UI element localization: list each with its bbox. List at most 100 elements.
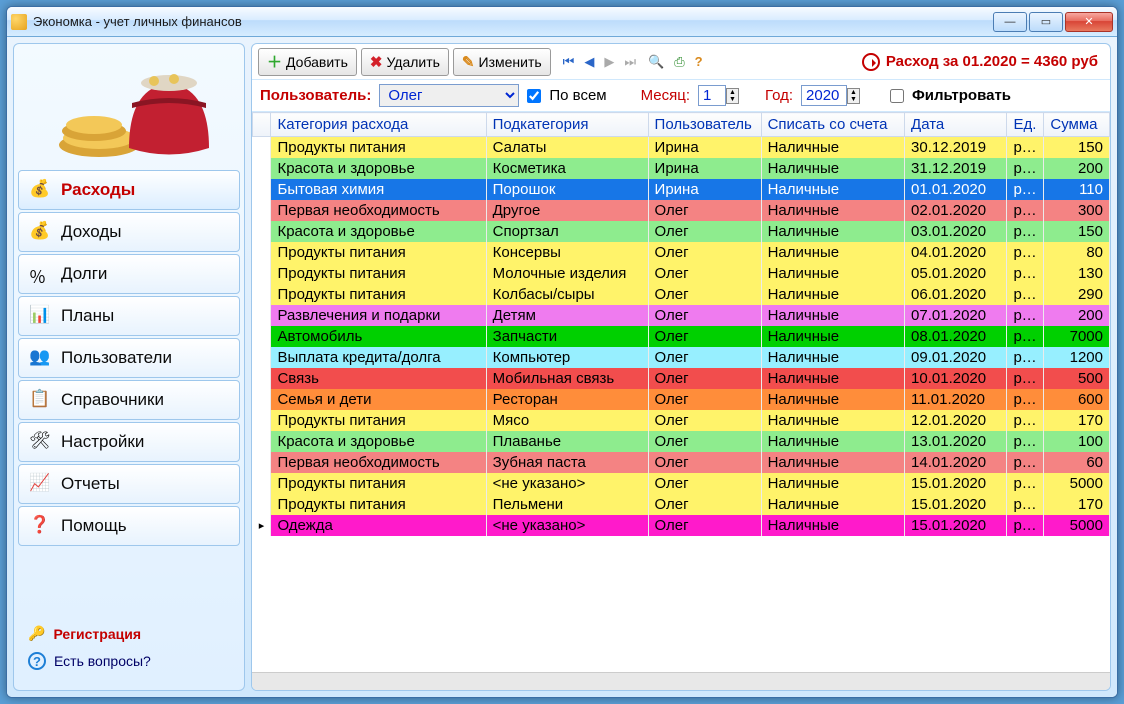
nav-label: Расходы <box>61 180 135 200</box>
year-spinner[interactable]: ▲▼ <box>847 88 860 104</box>
table-row[interactable]: Красота и здоровьеКосметикаИринаНаличные… <box>253 158 1110 179</box>
search-icon[interactable]: 🔍 <box>648 54 664 70</box>
column-header[interactable]: Сумма <box>1044 113 1110 137</box>
month-spinner[interactable]: ▲▼ <box>726 88 739 104</box>
nav-icon: 🛠 <box>29 431 51 453</box>
nav-label: Долги <box>61 264 107 284</box>
nav-icon: ％ <box>29 263 51 285</box>
nav-label: Пользователи <box>61 348 172 368</box>
column-header[interactable]: Пользователь <box>648 113 761 137</box>
sidebar-item-2[interactable]: ％ Долги <box>18 254 240 294</box>
table-row[interactable]: Продукты питанияСалатыИринаНаличные30.12… <box>253 137 1110 159</box>
questions-label: Есть вопросы? <box>54 653 151 669</box>
table-row[interactable]: Развлечения и подаркиДетямОлегНаличные07… <box>253 305 1110 326</box>
cross-icon: ✖ <box>370 53 383 71</box>
table-row[interactable]: Бытовая химияПорошокИринаНаличные01.01.2… <box>253 179 1110 200</box>
app-window: Экономка - учет личных финансов ― ▭ ✕ <box>6 6 1118 698</box>
refresh-icon[interactable] <box>862 53 880 71</box>
window-title: Экономка - учет личных финансов <box>33 14 993 29</box>
add-button[interactable]: ＋Добавить <box>258 48 357 76</box>
nav-icon: ❓ <box>29 515 51 537</box>
column-header[interactable]: Списать со счета <box>761 113 904 137</box>
table-row[interactable]: ▸Одежда<не указано>ОлегНаличные15.01.202… <box>253 515 1110 536</box>
month-input[interactable] <box>698 85 726 106</box>
year-input[interactable] <box>801 85 847 106</box>
nav-label: Помощь <box>61 516 127 536</box>
column-header[interactable]: Категория расхода <box>271 113 486 137</box>
logo-image <box>18 48 240 168</box>
minimize-button[interactable]: ― <box>993 12 1027 32</box>
filter-label: Фильтровать <box>912 87 1011 104</box>
questions-link[interactable]: ? Есть вопросы? <box>28 652 230 670</box>
table-row[interactable]: Продукты питанияКонсервыОлегНаличные04.0… <box>253 242 1110 263</box>
nav-icon: 📊 <box>29 305 51 327</box>
toolbar: ＋Добавить ✖Удалить ✎Изменить ⏮ ◀ ▶ ⏭ 🔍 ⎙… <box>252 44 1110 80</box>
table-row[interactable]: Семья и детиРесторанОлегНаличные11.01.20… <box>253 389 1110 410</box>
nav-icon: 📈 <box>29 473 51 495</box>
close-button[interactable]: ✕ <box>1065 12 1113 32</box>
table-row[interactable]: Выплата кредита/долгаКомпьютерОлегНаличн… <box>253 347 1110 368</box>
sidebar-item-7[interactable]: 📈 Отчеты <box>18 464 240 504</box>
nav-label: Отчеты <box>61 474 120 494</box>
pencil-icon: ✎ <box>462 53 475 71</box>
titlebar[interactable]: Экономка - учет личных финансов ― ▭ ✕ <box>7 7 1117 37</box>
export-icon[interactable]: ⎙ <box>674 54 684 70</box>
table-row[interactable]: Красота и здоровьеПлаваньеОлегНаличные13… <box>253 431 1110 452</box>
nav-icon: 💰 <box>29 221 51 243</box>
column-header[interactable]: Подкатегория <box>486 113 648 137</box>
nav-next-icon[interactable]: ▶ <box>604 54 614 70</box>
nav-label: Планы <box>61 306 114 326</box>
year-label: Год: <box>765 87 793 104</box>
horizontal-scrollbar[interactable] <box>252 672 1110 690</box>
app-icon <box>11 14 27 30</box>
nav-last-icon[interactable]: ⏭ <box>624 54 636 70</box>
nav-icon: 💰 <box>29 179 51 201</box>
help-icon: ? <box>28 652 46 670</box>
sidebar-item-3[interactable]: 📊 Планы <box>18 296 240 336</box>
sidebar-item-0[interactable]: 💰 Расходы <box>18 170 240 210</box>
main-panel: ＋Добавить ✖Удалить ✎Изменить ⏮ ◀ ▶ ⏭ 🔍 ⎙… <box>251 43 1111 691</box>
table-row[interactable]: СвязьМобильная связьОлегНаличные10.01.20… <box>253 368 1110 389</box>
register-label: Регистрация <box>53 626 141 642</box>
table-row[interactable]: Продукты питанияПельмениОлегНаличные15.0… <box>253 494 1110 515</box>
register-link[interactable]: 🔑 Регистрация <box>28 625 230 642</box>
column-header[interactable]: Дата <box>905 113 1007 137</box>
sidebar-item-5[interactable]: 📋 Справочники <box>18 380 240 420</box>
status-summary: Расход за 01.2020 = 4360 руб <box>862 53 1098 71</box>
all-users-label: По всем <box>549 87 606 104</box>
user-filter-label: Пользователь: <box>260 87 371 104</box>
nav-label: Настройки <box>61 432 144 452</box>
table-row[interactable]: Продукты питания<не указано>ОлегНаличные… <box>253 473 1110 494</box>
filter-bar: Пользователь: Олег По всем Месяц: ▲▼ Год… <box>252 80 1110 112</box>
nav-first-icon[interactable]: ⏮ <box>563 54 575 70</box>
table-row[interactable]: Продукты питанияМясоОлегНаличные12.01.20… <box>253 410 1110 431</box>
month-label: Месяц: <box>641 87 690 104</box>
nav-label: Справочники <box>61 390 164 410</box>
plus-icon: ＋ <box>267 51 282 72</box>
sidebar: 💰 Расходы 💰 Доходы ％ Долги 📊 Планы 👥 Пользователи… <box>13 43 245 691</box>
table-row[interactable]: Продукты питанияМолочные изделияОлегНали… <box>253 263 1110 284</box>
nav-label: Доходы <box>61 222 122 242</box>
table-row[interactable]: Первая необходимостьДругоеОлегНаличные02… <box>253 200 1110 221</box>
nav-icon: 📋 <box>29 389 51 411</box>
edit-button[interactable]: ✎Изменить <box>453 48 551 76</box>
sidebar-item-1[interactable]: 💰 Доходы <box>18 212 240 252</box>
column-header[interactable]: Ед. <box>1007 113 1044 137</box>
all-users-checkbox[interactable] <box>527 89 541 103</box>
sidebar-item-6[interactable]: 🛠 Настройки <box>18 422 240 462</box>
filter-checkbox[interactable] <box>890 89 904 103</box>
help-toolbar-icon[interactable]: ? <box>695 54 703 70</box>
table-row[interactable]: АвтомобильЗапчастиОлегНаличные08.01.2020… <box>253 326 1110 347</box>
sidebar-item-8[interactable]: ❓ Помощь <box>18 506 240 546</box>
maximize-button[interactable]: ▭ <box>1029 12 1063 32</box>
delete-button[interactable]: ✖Удалить <box>361 48 449 76</box>
key-icon: 🔑 <box>28 625 45 642</box>
table-row[interactable]: Продукты питанияКолбасы/сырыОлегНаличные… <box>253 284 1110 305</box>
nav-icon: 👥 <box>29 347 51 369</box>
grid[interactable]: Категория расходаПодкатегорияПользовател… <box>252 112 1110 672</box>
nav-prev-icon[interactable]: ◀ <box>584 54 594 70</box>
table-row[interactable]: Первая необходимостьЗубная пастаОлегНали… <box>253 452 1110 473</box>
table-row[interactable]: Красота и здоровьеСпортзалОлегНаличные03… <box>253 221 1110 242</box>
user-select[interactable]: Олег <box>379 84 519 107</box>
sidebar-item-4[interactable]: 👥 Пользователи <box>18 338 240 378</box>
